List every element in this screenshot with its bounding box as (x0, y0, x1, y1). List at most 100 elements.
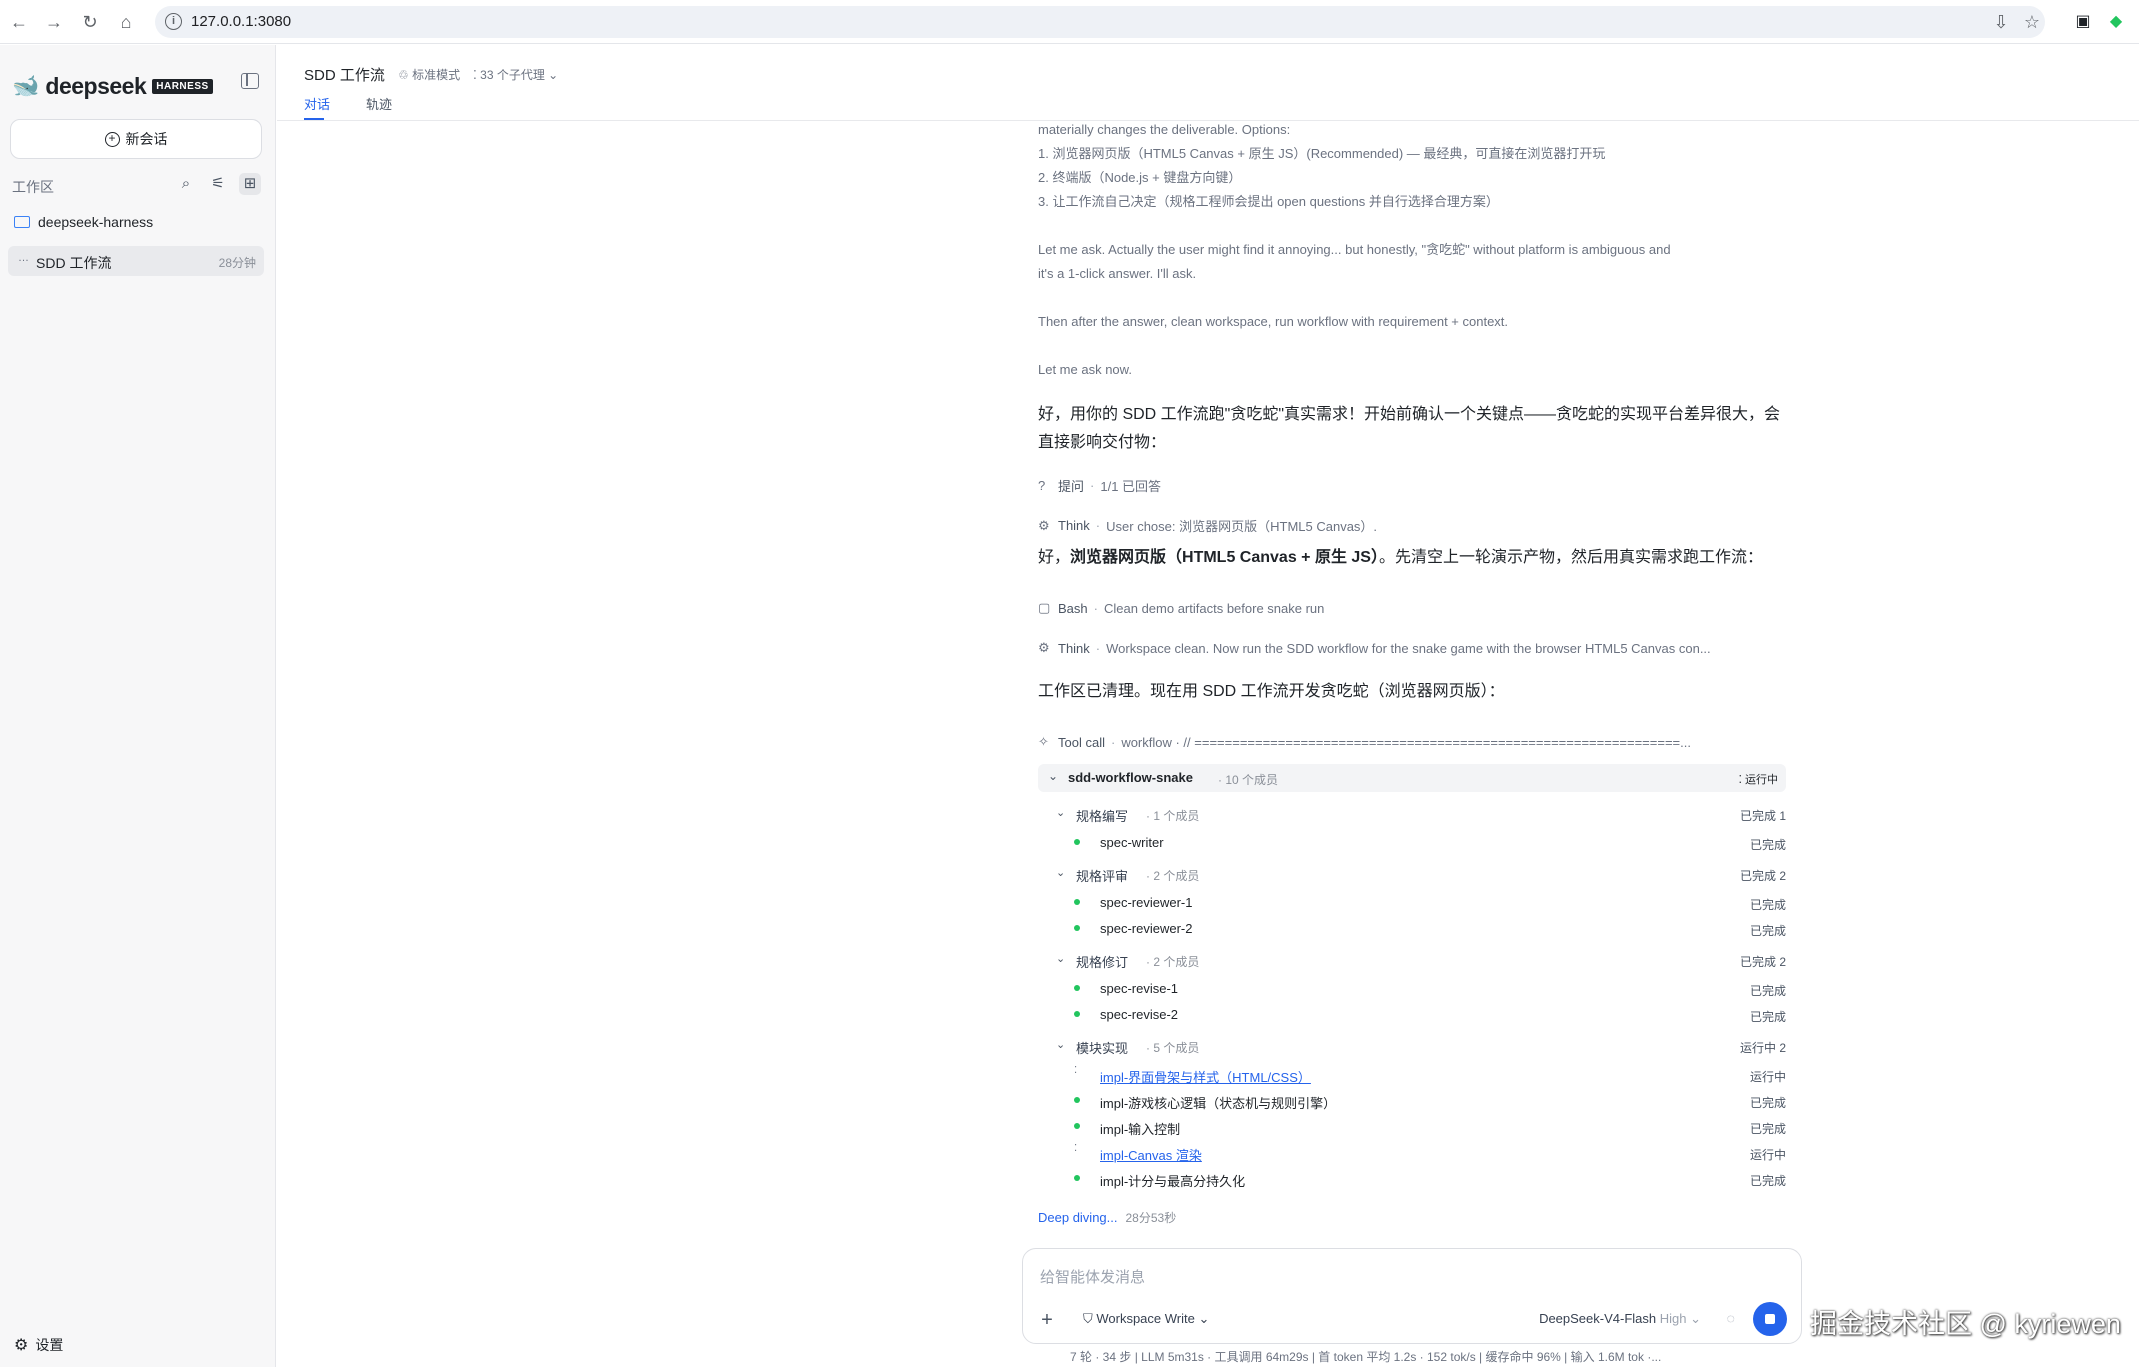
attach-plus-icon[interactable]: + (1035, 1309, 1059, 1333)
think-icon: ⚙ (1038, 517, 1050, 533)
member-status: 已完成 (1749, 838, 1786, 852)
member-status: 已完成 (1749, 1174, 1786, 1188)
done-dot-icon (1074, 985, 1080, 991)
tab-trace[interactable]: 轨迹 (366, 94, 392, 113)
profile-icon[interactable]: ◆ (2105, 11, 2127, 33)
workflow-member[interactable]: impl-计分与最高分持久化 已完成 (1074, 1169, 1786, 1189)
new-folder-icon[interactable]: ⊞ (239, 173, 261, 195)
workflow-group[interactable]: ⌄ 规格编写 · 1 个成员 已完成 1 (1056, 804, 1786, 824)
filter-icon[interactable]: ⚟ (207, 173, 229, 195)
whale-icon: 🐋 (12, 73, 40, 98)
workflow-header[interactable]: ⌄ sdd-workflow-snake · 10 个成员 ⁚ 运行中 (1038, 764, 1786, 792)
group-name: 规格编写 (1076, 809, 1129, 824)
brand-tag: HARNESS (152, 78, 213, 94)
workflow-member[interactable]: spec-reviewer-1 已完成 (1074, 893, 1786, 913)
workflow-member[interactable]: impl-输入控制 已完成 (1074, 1117, 1786, 1137)
sidebar-toggle-icon[interactable] (241, 73, 259, 89)
bookmark-star-icon[interactable]: ☆ (2021, 11, 2043, 33)
running-spinner-icon: ⁚ (1074, 1065, 1078, 1076)
chevron-down-icon: ⌄ (1056, 807, 1066, 819)
address-bar[interactable]: i 127.0.0.1:3080 ⇩ ☆ (155, 6, 2045, 38)
step-desc: Clean demo artifacts before snake run (1103, 600, 1325, 616)
stop-button[interactable] (1753, 1302, 1787, 1336)
step-desc: workflow · // ==========================… (1121, 734, 1691, 750)
url-text[interactable]: 127.0.0.1:3080 (191, 13, 291, 30)
message-input[interactable]: 给智能体发消息 (1040, 1266, 1145, 1287)
group-name: 模块实现 (1076, 1041, 1129, 1056)
done-dot-icon (1074, 1011, 1080, 1017)
member-status: 已完成 (1749, 1096, 1786, 1110)
reload-icon[interactable]: ↻ (77, 9, 103, 35)
step-desc: User chose: 浏览器网页版（HTML5 Canvas）. (1106, 519, 1378, 534)
settings-button[interactable]: ⚙ 设置 (14, 1335, 63, 1355)
workspace-folder[interactable]: deepseek-harness (14, 214, 153, 230)
thinking-line: Let me ask. Actually the user might find… (1038, 242, 1671, 257)
msg-text: 。先清空上一轮演示产物，然后用真实需求跑工作流： (1378, 549, 1763, 566)
step-desc: Workspace clean. Now run the SDD workflo… (1106, 640, 1711, 656)
workspace-write-dropdown[interactable]: ⛉ Workspace Write ⌄ (1083, 1311, 1209, 1327)
step-label: Think (1058, 518, 1090, 533)
mode-selector[interactable]: ♲ 标准模式 (398, 66, 460, 83)
deep-time: 28分53秒 (1125, 1211, 1177, 1225)
thinking-line: 3. 让工作流自己决定（规格工程师会提出 open questions 并自行选… (1038, 194, 1499, 209)
session-item[interactable]: … SDD 工作流 28分钟 (8, 246, 264, 276)
group-status: 已完成 2 (1739, 955, 1786, 969)
forward-icon[interactable]: → (41, 9, 67, 35)
page-title: SDD 工作流 (304, 67, 385, 84)
deep-diving-status: Deep diving... 28分53秒 (1038, 1209, 1176, 1226)
group-status: 已完成 2 (1739, 869, 1786, 883)
chevron-down-icon: ⌄ (1056, 867, 1066, 879)
step-question[interactable]: ? 提问 · 1/1 已回答 (1038, 476, 1788, 495)
extension-icon[interactable]: ▣ (2072, 11, 2094, 33)
brand-name: deepseek (45, 72, 147, 99)
workflow-group[interactable]: ⌄ 规格修订 · 2 个成员 已完成 2 (1056, 950, 1786, 970)
workspace-tools: ⌕ ⚟ ⊞ (175, 173, 261, 195)
home-icon[interactable]: ⌂ (113, 9, 139, 35)
member-status: 运行中 (1749, 1148, 1786, 1162)
step-tool-call[interactable]: ✧ Tool call · workflow · // =============… (1038, 734, 1788, 750)
step-desc: 1/1 已回答 (1100, 479, 1162, 494)
step-think[interactable]: ⚙ Think · Workspace clean. Now run the SD… (1038, 640, 1788, 656)
back-icon[interactable]: ← (6, 9, 32, 35)
step-label: 提问 (1058, 479, 1085, 494)
step-bash[interactable]: ▢ Bash · Clean demo artifacts before snak… (1038, 600, 1788, 616)
brand-logo[interactable]: 🐋 deepseek HARNESS (12, 71, 213, 101)
step-think[interactable]: ⚙ Think · User chose: 浏览器网页版（HTML5 Canvas… (1038, 516, 1788, 535)
chevron-down-icon: ⌄ (1056, 953, 1066, 965)
new-chat-label: 新会话 (125, 131, 168, 147)
member-name-link[interactable]: impl-Canvas 渲染 (1100, 1145, 1202, 1164)
gear-icon: ⚙ (14, 1337, 29, 1354)
workflow-member[interactable]: impl-游戏核心逻辑（状态机与规则引擎） 已完成 (1074, 1091, 1786, 1111)
group-count: · 5 个成员 (1146, 1041, 1200, 1055)
workflow-member[interactable]: spec-writer 已完成 (1074, 833, 1786, 853)
member-name: spec-revise-2 (1100, 1007, 1179, 1022)
workflow-member[interactable]: spec-revise-1 已完成 (1074, 979, 1786, 999)
site-info-icon[interactable]: i (165, 13, 182, 30)
new-chat-button[interactable]: + 新会话 (10, 119, 262, 159)
member-name: spec-reviewer-1 (1100, 895, 1193, 910)
done-dot-icon (1074, 1123, 1080, 1129)
member-name: impl-计分与最高分持久化 (1100, 1174, 1246, 1189)
group-count: · 2 个成员 (1146, 869, 1200, 883)
assistant-message: 直接影响交付物： (1038, 434, 1167, 451)
workflow-group[interactable]: ⌄ 模块实现 · 5 个成员 运行中 2 (1056, 1036, 1786, 1056)
chevron-down-icon: ⌄ (1056, 1039, 1066, 1051)
tab-chat[interactable]: 对话 (304, 94, 330, 113)
session-loading-indicator: … (18, 252, 29, 264)
member-status: 已完成 (1749, 898, 1786, 912)
model-selector[interactable]: DeepSeek-V4-Flash High ⌄ (1539, 1311, 1701, 1327)
group-name: 规格评审 (1076, 869, 1129, 884)
install-app-icon[interactable]: ⇩ (1990, 11, 2012, 33)
member-name: impl-输入控制 (1100, 1122, 1181, 1137)
done-dot-icon (1074, 1175, 1080, 1181)
subagents-dropdown[interactable]: ⁚ 33 个子代理 ⌄ (473, 66, 558, 83)
chevron-down-icon: ⌄ (1048, 769, 1059, 783)
search-icon[interactable]: ⌕ (175, 173, 197, 195)
workflow-member[interactable]: spec-revise-2 已完成 (1074, 1005, 1786, 1025)
member-name-link[interactable]: impl-界面骨架与样式（HTML/CSS） (1100, 1067, 1311, 1086)
terminal-icon: ▢ (1038, 600, 1051, 615)
workflow-member[interactable]: ⁚ impl-界面骨架与样式（HTML/CSS） 运行中 (1074, 1065, 1786, 1085)
workflow-member[interactable]: spec-reviewer-2 已完成 (1074, 919, 1786, 939)
workflow-group[interactable]: ⌄ 规格评审 · 2 个成员 已完成 2 (1056, 864, 1786, 884)
workflow-member[interactable]: ⁚ impl-Canvas 渲染 运行中 (1074, 1143, 1786, 1163)
